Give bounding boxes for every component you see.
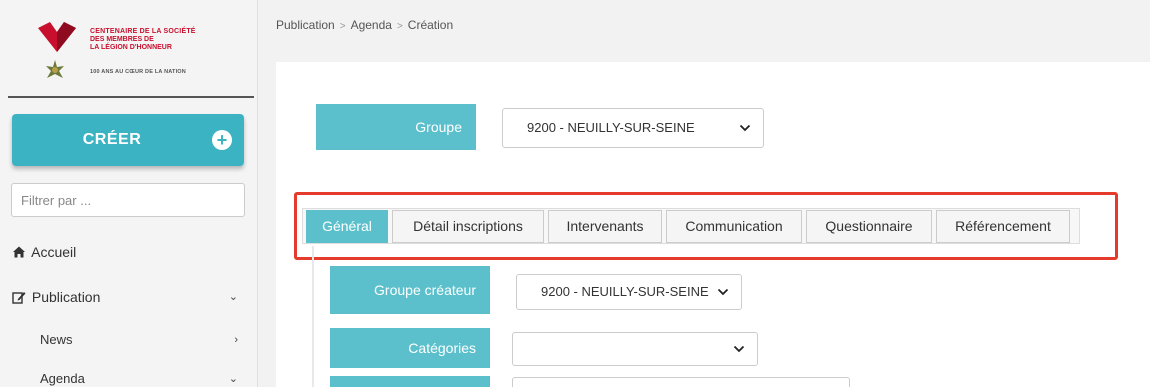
create-button-label: CRÉER	[82, 131, 142, 148]
breadcrumb-separator: >	[396, 21, 403, 32]
breadcrumb-separator: >	[339, 21, 346, 32]
sidebar: CENTENAIRE DE LA SOCIÉTÉ DES MEMBRES DE …	[0, 0, 258, 387]
heart-logo-icon	[38, 22, 76, 52]
logo-tagline: 100 ANS AU CŒUR DE LA NATION	[90, 69, 186, 75]
logo-line-3: LA LÉGION D'HONNEUR	[90, 44, 172, 51]
logo-line-1: CENTENAIRE DE LA SOCIÉTÉ	[90, 28, 196, 35]
chevron-down-icon	[733, 345, 745, 353]
logo-line-2: DES MEMBRES DE	[90, 36, 154, 43]
categories-select[interactable]	[512, 332, 758, 366]
chevron-down-icon: ⌄	[228, 373, 238, 385]
sidebar-item-agenda[interactable]: Agenda ⌄	[40, 368, 244, 387]
sidebar-item-label: Accueil	[31, 244, 77, 260]
group-label: Groupe	[316, 104, 476, 150]
tab-questionnaire[interactable]: Questionnaire	[806, 210, 932, 243]
sidebar-item-label: Agenda	[40, 371, 85, 386]
group-select[interactable]: 9200 - NEUILLY-SUR-SEINE	[502, 108, 764, 148]
content-border	[312, 246, 314, 387]
sidebar-item-accueil[interactable]: Accueil	[12, 241, 244, 263]
creator-group-select[interactable]: 9200 - NEUILLY-SUR-SEINE	[516, 274, 742, 310]
filter-input[interactable]	[11, 183, 245, 217]
tab-detail-inscriptions[interactable]: Détail inscriptions	[392, 210, 544, 243]
edit-icon	[12, 292, 26, 304]
tab-intervenants[interactable]: Intervenants	[548, 210, 662, 243]
chevron-right-icon: ›	[234, 334, 238, 346]
logo: CENTENAIRE DE LA SOCIÉTÉ DES MEMBRES DE …	[30, 14, 230, 84]
chevron-down-icon: ⌄	[228, 291, 238, 303]
next-field-input[interactable]	[512, 377, 850, 387]
create-button[interactable]: CRÉER +	[12, 114, 244, 166]
creator-group-label: Groupe créateur	[330, 266, 490, 314]
sidebar-divider	[8, 96, 254, 98]
chevron-down-icon	[717, 288, 729, 296]
sidebar-item-label: Publication	[31, 289, 101, 305]
breadcrumb-publication[interactable]: Publication	[276, 18, 335, 32]
medal-icon	[46, 60, 64, 78]
tab-general[interactable]: Général	[306, 210, 388, 243]
categories-label: Catégories	[330, 328, 490, 368]
sidebar-item-label: News	[40, 332, 73, 347]
home-icon	[13, 246, 25, 258]
breadcrumb-agenda[interactable]: Agenda	[351, 18, 392, 32]
sidebar-item-publication[interactable]: Publication ⌄	[12, 286, 244, 308]
plus-icon: +	[212, 130, 232, 150]
breadcrumb-creation: Création	[407, 18, 454, 32]
creator-group-select-value: 9200 - NEUILLY-SUR-SEINE	[541, 284, 709, 299]
sidebar-item-news[interactable]: News ›	[40, 329, 244, 351]
tab-communication[interactable]: Communication	[666, 210, 802, 243]
breadcrumb: Publication > Agenda > Création	[276, 18, 453, 32]
tab-referencement[interactable]: Référencement	[936, 210, 1070, 243]
next-field-label	[330, 376, 490, 387]
group-select-value: 9200 - NEUILLY-SUR-SEINE	[527, 120, 695, 135]
app-window: CENTENAIRE DE LA SOCIÉTÉ DES MEMBRES DE …	[0, 0, 1150, 387]
chevron-down-icon	[739, 124, 751, 132]
